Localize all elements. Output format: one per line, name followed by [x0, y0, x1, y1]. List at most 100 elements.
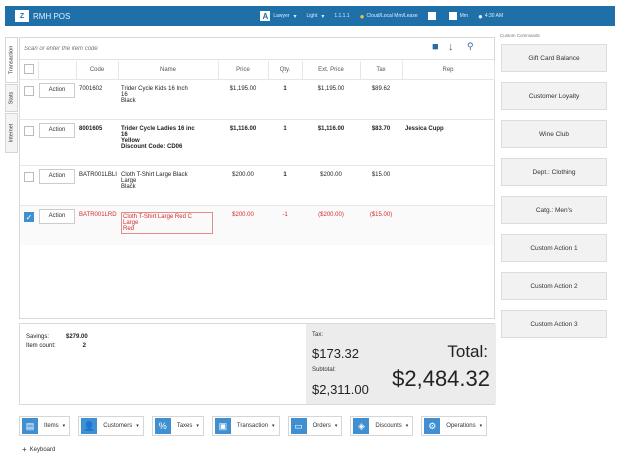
chevron-down-icon: ▾: [272, 423, 275, 429]
clock-icon: ●: [477, 11, 483, 21]
col-code[interactable]: Code: [76, 61, 119, 79]
titlebar-clock-label: 4:30 AM: [484, 13, 504, 19]
orders-menu[interactable]: ▭ Orders ▾: [287, 416, 343, 436]
keyboard-toggle[interactable]: + Keyboard: [22, 445, 55, 454]
dept-clothing-button[interactable]: Dept.: Clothing: [501, 158, 607, 186]
col-name[interactable]: Name: [118, 61, 219, 79]
summary-panel: Savings: $279.00 Item count: 2 Tax: $173…: [19, 323, 496, 405]
catg-mens-button[interactable]: Catg.: Men's: [501, 196, 607, 224]
col-price[interactable]: Price: [218, 61, 269, 79]
grid-icon: [448, 12, 457, 20]
cell-tax: $15.00: [360, 164, 402, 205]
row-select: [20, 164, 38, 205]
chevron-down-icon: ▾: [479, 423, 483, 429]
titlebar-menu-label: Mm: [459, 13, 468, 19]
col-tax[interactable]: Tax: [360, 61, 403, 79]
custom-action-3-button[interactable]: Custom Action 3: [501, 310, 607, 338]
table-row[interactable]: Action BATR001LBLI Cloth T-Shirt Large B…: [20, 164, 494, 205]
row-checkbox[interactable]: [24, 125, 34, 136]
cell-qty: 1: [268, 164, 302, 205]
cell-qty: 1: [268, 118, 302, 165]
cell-tax: ($15.00): [360, 204, 402, 245]
discounts-menu[interactable]: ◈ Discounts ▾: [350, 416, 414, 436]
download-arrow-icon[interactable]: ↓: [448, 41, 454, 53]
cell-tax: $83.70: [360, 118, 402, 165]
row-checkbox-checked[interactable]: ✓: [24, 211, 34, 222]
items-table: Code Name Price Qty. Ext. Price Tax Rep …: [20, 61, 495, 245]
tab-stats[interactable]: Stats: [5, 84, 18, 112]
customers-menu-label: Customers: [103, 423, 133, 429]
titlebar-menu[interactable]: Mm: [448, 12, 468, 20]
gift-card-balance-button[interactable]: Gift Card Balance: [501, 44, 607, 72]
taxes-menu[interactable]: % Taxes ▾: [151, 416, 204, 436]
table-row[interactable]: Action 8001605 Trider Cycle Ladies 16 in…: [20, 118, 494, 165]
item-search-input[interactable]: [24, 42, 404, 56]
cell-code: 7001602: [76, 78, 118, 119]
transaction-icon: ▣: [214, 418, 231, 434]
bag-icon[interactable]: ■: [432, 41, 439, 53]
custom-action-2-button[interactable]: Custom Action 2: [501, 272, 607, 300]
title-bar: Z RMH POS A Lawyer ▾ Light ▾ 1.1.1.1 ● C…: [5, 6, 615, 26]
cell-price: $200.00: [218, 204, 268, 245]
col-select: [20, 61, 39, 79]
items-icon: ▤: [22, 418, 38, 434]
cell-price: $1,116.00: [218, 118, 268, 165]
transaction-menu-label: Transaction: [236, 423, 269, 429]
tab-internet-label: Internet: [8, 123, 15, 143]
chevron-down-icon: ▾: [405, 423, 409, 429]
row-select: ✓: [20, 204, 38, 245]
connection-icon: ●: [359, 11, 365, 21]
row-action: Action: [38, 118, 76, 165]
register-icon: [427, 12, 436, 20]
action-button[interactable]: Action: [39, 82, 75, 98]
action-button[interactable]: Action: [39, 208, 75, 224]
titlebar-register[interactable]: [427, 12, 439, 20]
titlebar-connection[interactable]: ● Cloud/Local Mm/Lease: [360, 12, 418, 21]
table-row[interactable]: ✓ Action BATR001LRD Cloth T-Shirt Large …: [20, 204, 494, 245]
item-color: Red: [123, 225, 135, 232]
item-color: Black: [121, 183, 136, 190]
total-label: Total:: [447, 342, 488, 361]
customers-menu[interactable]: 👤 Customers ▾: [78, 416, 144, 436]
col-ext-price[interactable]: Ext. Price: [302, 61, 361, 79]
row-action: Action: [38, 204, 76, 245]
customer-loyalty-button[interactable]: Customer Loyalty: [501, 82, 607, 110]
cell-tax: $89.62: [360, 78, 402, 119]
action-button[interactable]: Action: [39, 122, 75, 138]
totals-box: Tax: $173.32 Subtotal: $2,311.00 Total: …: [306, 324, 496, 404]
wine-club-button[interactable]: Wine Club: [501, 120, 607, 148]
col-action: [38, 61, 77, 79]
item-discount: Discount Code: CD06: [121, 143, 183, 150]
row-checkbox[interactable]: [24, 85, 34, 96]
col-qty[interactable]: Qty.: [268, 61, 303, 79]
chevron-down-icon: ▾: [321, 13, 325, 20]
operations-menu[interactable]: ⚙ Operations ▾: [421, 416, 488, 436]
cell-ext-price: $1,195.00: [302, 78, 360, 119]
savings-row: Savings: $279.00: [26, 334, 116, 340]
pin-icon[interactable]: ⚲: [467, 41, 474, 52]
titlebar-theme[interactable]: Light ▾: [306, 13, 324, 20]
subtotal-label: Subtotal:: [312, 367, 336, 373]
col-rep[interactable]: Rep: [402, 61, 495, 79]
table-row[interactable]: Action 7001602 Trider Cycle Kids 16 Inch…: [20, 78, 494, 119]
tab-transaction-label: Transaction: [8, 45, 15, 75]
selected-item-box: Cloth T-Shirt Large Red C Large Red: [121, 211, 213, 234]
titlebar-ip: 1.1.1.1: [334, 13, 349, 19]
cell-price: $200.00: [218, 164, 268, 205]
tab-transaction[interactable]: Transaction: [5, 37, 18, 83]
tax-value: $173.32: [312, 346, 359, 361]
tab-internet[interactable]: Internet: [5, 113, 18, 153]
row-checkbox[interactable]: [24, 171, 34, 182]
action-button[interactable]: Action: [39, 168, 75, 184]
titlebar-user[interactable]: A Lawyer ▾: [260, 11, 296, 21]
cell-ext-price: $200.00: [302, 164, 360, 205]
custom-action-1-button[interactable]: Custom Action 1: [501, 234, 607, 262]
orders-menu-label: Orders: [312, 423, 331, 429]
items-menu[interactable]: ▤ Items ▾: [19, 416, 71, 436]
percent-icon: %: [154, 418, 171, 434]
transaction-menu[interactable]: ▣ Transaction ▾: [211, 416, 280, 436]
select-all-checkbox[interactable]: [23, 63, 34, 74]
chevron-down-icon: ▾: [62, 423, 66, 429]
table-header-row: Code Name Price Qty. Ext. Price Tax Rep: [20, 61, 495, 79]
cell-code: BATR001LRD: [76, 204, 118, 245]
